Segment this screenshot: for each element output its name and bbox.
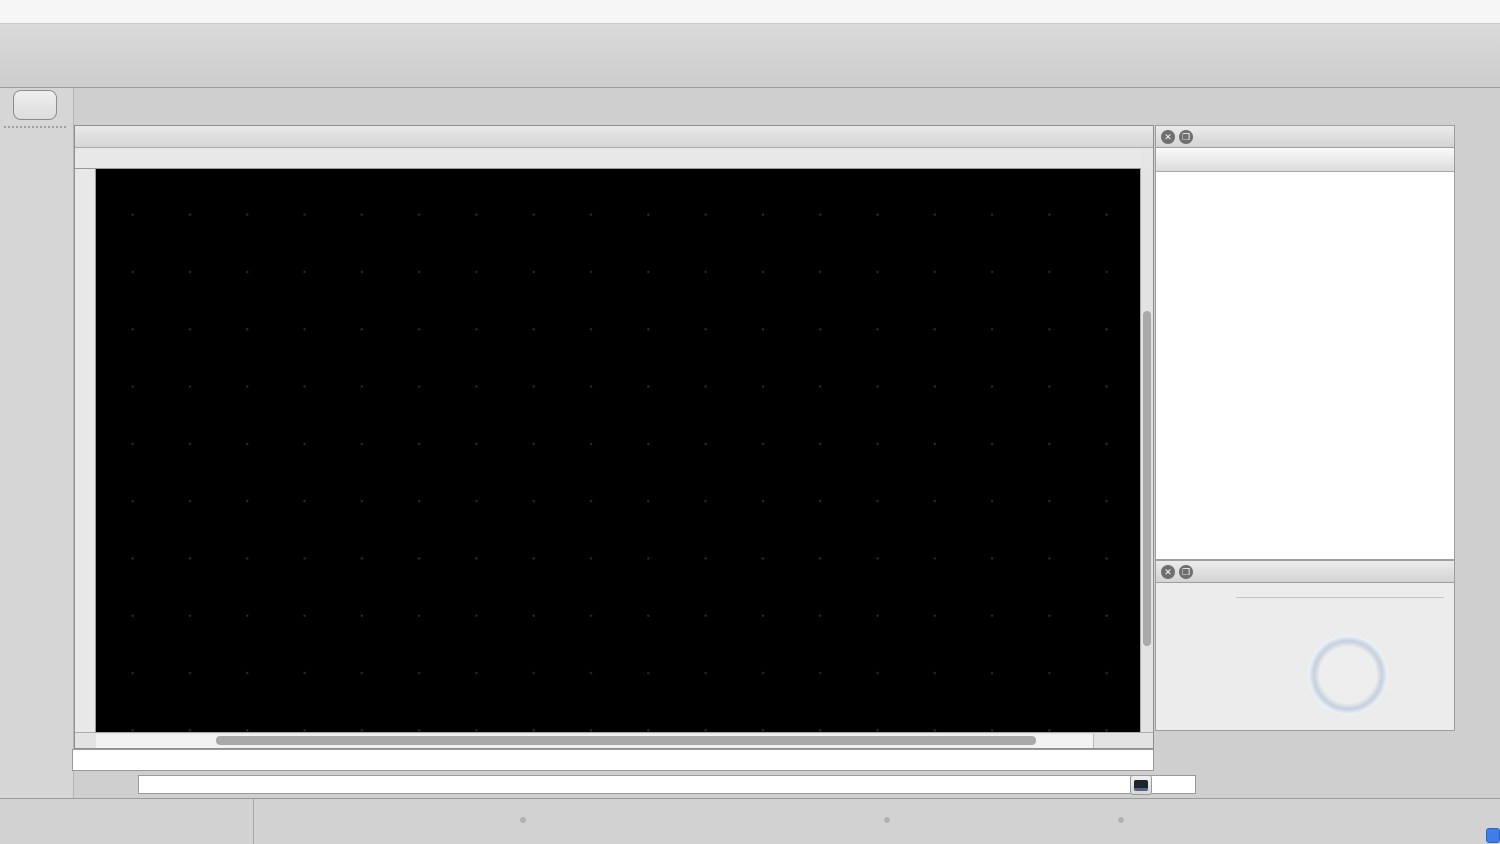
status-bar (0, 798, 1500, 844)
drawing-window (74, 125, 1154, 749)
palette-divider (4, 126, 66, 128)
menu-bar (0, 0, 1500, 24)
filter-panel-header: ✕ ❐ (1156, 561, 1454, 583)
close-icon[interactable]: ✕ (1161, 130, 1175, 144)
horizontal-scrollbar-thumb[interactable] (216, 736, 1036, 745)
filter-group-line (1236, 597, 1444, 598)
layer-list-panel: ✕ ❐ (1155, 125, 1455, 560)
filter-body (1156, 583, 1454, 731)
tool-palette (0, 88, 74, 798)
corner-resize-button[interactable] (1486, 828, 1500, 843)
status-dot (1118, 817, 1124, 823)
layer-toolbar (1156, 148, 1454, 172)
close-icon[interactable]: ✕ (1161, 565, 1175, 579)
command-input-row (72, 771, 1196, 798)
selection-mode-buttons (1164, 742, 1456, 772)
ruler-corner (75, 148, 96, 169)
horizontal-ruler (96, 148, 1141, 169)
vertical-scrollbar[interactable] (1140, 169, 1153, 733)
drawing-window-titlebar[interactable] (75, 126, 1153, 148)
command-input[interactable] (138, 775, 1196, 794)
palette-select-button[interactable] (13, 90, 57, 120)
layer-panel-header: ✕ ❐ (1156, 126, 1454, 148)
console-icon (1134, 779, 1148, 791)
main-toolbar (0, 24, 1500, 88)
horizontal-scrollbar[interactable] (96, 734, 1094, 748)
command-console-button[interactable] (1130, 775, 1152, 795)
vertical-ruler (75, 169, 96, 733)
click-spotlight (1308, 635, 1388, 715)
command-history (72, 749, 1154, 771)
panel-toggle-strip (1458, 128, 1498, 798)
statusbar-divider (253, 799, 254, 844)
vertical-scrollbar-thumb[interactable] (1143, 311, 1151, 646)
collapse-icon[interactable]: ❐ (1179, 130, 1193, 144)
status-dot (884, 817, 890, 823)
collapse-icon[interactable]: ❐ (1179, 565, 1193, 579)
canvas-bottom-bar (75, 732, 1153, 748)
selection-filter-panel: ✕ ❐ (1155, 560, 1455, 731)
status-dot (520, 817, 526, 823)
cad-canvas[interactable] (96, 169, 1141, 733)
application-window: ✕ ❐ ✕ ❐ (0, 0, 1500, 844)
